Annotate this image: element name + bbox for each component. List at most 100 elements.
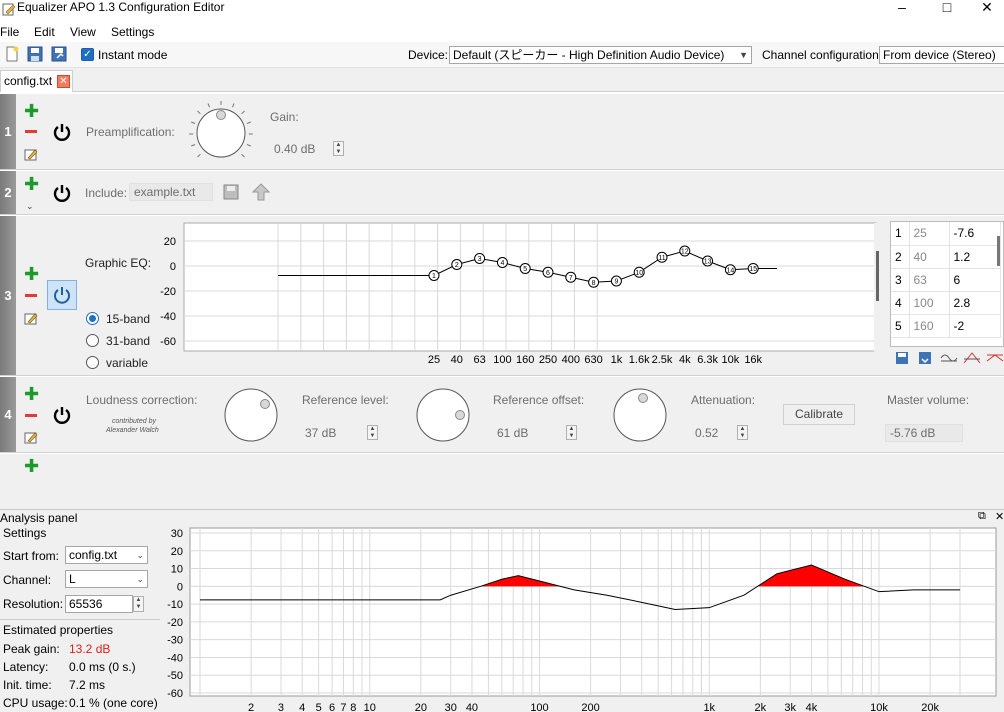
eq-scrollbar-thumb[interactable] (876, 251, 879, 301)
eq-band-label: 2 (455, 262, 459, 269)
new-file-icon[interactable] (4, 46, 20, 62)
add-icon[interactable]: ✚ (24, 385, 39, 403)
eq-band-handle[interactable]: 3 (474, 253, 486, 264)
power-toggle-button[interactable] (47, 280, 77, 310)
normalize-icon[interactable] (986, 351, 1004, 365)
up-arrow-icon[interactable] (252, 183, 270, 201)
save-icon[interactable] (223, 184, 239, 200)
eq-band-handle[interactable]: 14 (724, 264, 736, 276)
close-tab-icon[interactable]: ✕ (57, 75, 70, 88)
radio-31-band[interactable] (86, 334, 99, 347)
save-as-icon[interactable] (51, 46, 67, 62)
save-icon[interactable] (895, 351, 909, 365)
edit-icon[interactable] (24, 430, 38, 444)
eq-band-handle[interactable]: 12 (679, 245, 691, 257)
instant-mode-checkbox[interactable]: ✓ (81, 48, 94, 61)
graphic-eq-chart[interactable]: 200-20-40-60 25 40 63 100 160 250 400 630 1k 1.6k… (154, 221, 886, 371)
edit-icon[interactable] (24, 311, 38, 325)
calibrate-button[interactable]: Calibrate (783, 404, 855, 425)
menu-file[interactable]: File (0, 25, 19, 39)
maximize-button[interactable]: □ (930, 0, 964, 18)
ref-offset-stepper[interactable]: ▲ ▼ (566, 425, 577, 440)
ref-level-input[interactable]: 37 dB (300, 424, 366, 442)
table-row[interactable]: 3 63 6 (891, 268, 1001, 292)
analysis-chart[interactable]: 3020100-10-20-30-40-50-60 2 3 4 5 6 7 8 10 20 30 4… (160, 526, 1004, 712)
ref-offset-knob[interactable] (416, 388, 470, 442)
cpu-label: CPU usage: (3, 696, 68, 710)
table-row[interactable]: 2 40 1.2 (891, 245, 1001, 269)
band-gain[interactable]: -7.6 (949, 222, 1001, 246)
eq-band-handle[interactable]: 1 (428, 270, 440, 281)
remove-icon[interactable] (25, 130, 37, 133)
band-index: 1 (891, 222, 910, 246)
include-input[interactable]: example.txt (129, 183, 213, 201)
eq-band-label: 8 (592, 280, 596, 287)
gain-input[interactable]: 0.40 dB (269, 140, 333, 158)
channel-select[interactable]: L ⌄ (65, 570, 148, 588)
eq-band-handle[interactable]: 9 (610, 275, 622, 287)
load-icon[interactable] (918, 351, 932, 365)
eq-band-handle[interactable]: 10 (633, 266, 645, 278)
tab-strip: config.txt ✕ (0, 68, 1004, 92)
gain-stepper[interactable]: ▲ ▼ (333, 141, 344, 156)
band-gain[interactable]: 6 (949, 268, 1001, 292)
close-panel-icon[interactable]: ✕ (995, 510, 1004, 523)
radio-variable[interactable] (86, 356, 99, 369)
preamp-knob[interactable] (187, 99, 255, 165)
eq-band-handle[interactable]: 15 (747, 263, 759, 274)
save-icon[interactable] (27, 46, 43, 62)
eq-band-handle[interactable]: 4 (496, 257, 508, 268)
x-tick-label: 250 (539, 354, 557, 366)
float-panel-icon[interactable]: ⧉ (978, 510, 986, 523)
power-icon[interactable] (52, 405, 72, 425)
power-icon[interactable] (52, 122, 72, 142)
power-icon[interactable] (52, 183, 72, 203)
add-icon[interactable]: ✚ (24, 265, 39, 283)
loudness-knob[interactable] (224, 388, 278, 442)
resolution-stepper[interactable]: ▲ ▼ (133, 596, 144, 612)
table-row[interactable]: 4 100 2.8 (891, 291, 1001, 315)
minimize-button[interactable]: – (885, 0, 919, 18)
menu-view[interactable]: View (70, 25, 96, 39)
eq-band-handle[interactable]: 5 (519, 263, 531, 274)
edit-icon[interactable] (24, 147, 38, 161)
eq-band-label: 13 (704, 259, 712, 266)
ref-offset-input[interactable]: 61 dB (492, 424, 558, 442)
attenuation-input[interactable]: 0.52 (690, 424, 736, 442)
resolution-input[interactable]: 65536 (65, 595, 133, 613)
y-tick-label: -60 (167, 688, 183, 700)
channel-config-select[interactable]: From device (Stereo) (879, 46, 1004, 64)
reset-icon[interactable] (940, 351, 958, 365)
eq-band-handle[interactable]: 7 (565, 271, 577, 283)
ref-level-stepper[interactable]: ▲ ▼ (367, 425, 378, 440)
start-from-select[interactable]: config.txt ⌄ (65, 546, 148, 564)
menu-edit[interactable]: Edit (34, 25, 55, 39)
add-icon[interactable]: ✚ (24, 457, 39, 475)
eq-band-handle[interactable]: 6 (542, 266, 554, 278)
table-scrollbar-thumb[interactable] (997, 236, 1000, 266)
x-tick-label: 10 (364, 702, 376, 712)
expand-icon[interactable]: ⌄ (26, 201, 34, 212)
radio-15-band[interactable] (86, 312, 99, 325)
remove-icon[interactable] (25, 294, 37, 297)
table-row[interactable]: 5 160 -2 (891, 314, 1001, 338)
add-icon[interactable]: ✚ (24, 102, 39, 120)
band-gain[interactable]: -2 (949, 314, 1001, 338)
table-row[interactable]: 1 25 -7.6 (891, 222, 1001, 246)
attenuation-stepper[interactable]: ▲ ▼ (737, 425, 748, 440)
eq-band-handle[interactable]: 2 (451, 259, 463, 270)
attenuation-knob[interactable] (613, 388, 667, 442)
device-select[interactable]: Default (スピーカー - High Definition Audio D… (449, 46, 752, 64)
tab-config[interactable]: config.txt ✕ (0, 70, 73, 92)
close-window-button[interactable]: ✕ (970, 0, 1004, 18)
eq-band-handle[interactable]: 8 (588, 276, 600, 288)
remove-icon[interactable] (25, 414, 37, 417)
band-gain[interactable]: 1.2 (949, 245, 1001, 269)
eq-band-handle[interactable]: 11 (656, 251, 668, 263)
menu-settings[interactable]: Settings (111, 25, 154, 39)
master-volume-input[interactable]: -5.76 dB (885, 424, 963, 442)
eq-band-handle[interactable]: 13 (702, 255, 714, 267)
band-gain[interactable]: 2.8 (949, 291, 1001, 315)
add-icon[interactable]: ✚ (24, 175, 39, 193)
invert-icon[interactable] (963, 351, 981, 365)
